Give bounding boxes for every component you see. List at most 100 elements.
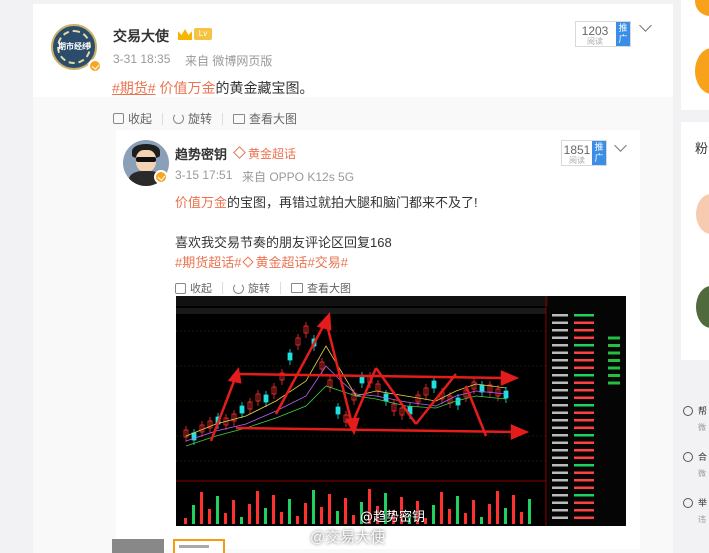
panel-value	[574, 449, 594, 452]
panel-label	[552, 374, 568, 377]
volume-bar	[528, 499, 531, 524]
image-icon	[291, 283, 303, 293]
volume-bar	[272, 495, 275, 524]
side-link-sub: 微	[698, 423, 706, 432]
view-large-label: 查看大图	[249, 112, 298, 126]
fan-avatar[interactable]	[696, 194, 709, 234]
collect-button[interactable]: 收起	[113, 110, 152, 127]
trading-chart-image[interactable]: @趋势密钥	[176, 296, 626, 526]
collect-label: 收起	[190, 283, 212, 295]
fan-avatar[interactable]	[696, 286, 709, 328]
panel-value	[574, 359, 594, 362]
diamond-icon	[233, 146, 246, 159]
side-link-label: 帮	[698, 406, 708, 416]
highlight-text[interactable]: 价值万金	[175, 195, 227, 210]
volume-bar	[304, 503, 307, 524]
panel-label	[552, 419, 568, 422]
panel-value	[574, 456, 594, 459]
super-topic[interactable]: 黄金超话	[231, 145, 296, 162]
tag-gold[interactable]: 黄金超话#	[255, 255, 314, 270]
view-large-button[interactable]: 查看大图	[233, 110, 297, 127]
panel-value	[574, 516, 594, 519]
panel-label	[552, 449, 568, 452]
collect-button[interactable]: 收起	[175, 280, 212, 296]
avatar-circle[interactable]	[695, 0, 709, 16]
author-name[interactable]: 交易大使	[113, 26, 169, 46]
right-card-top	[681, 0, 709, 110]
panel-value	[574, 404, 594, 407]
candle-body	[455, 397, 461, 406]
panel-label	[552, 366, 568, 369]
rotate-button[interactable]: 旋转	[173, 110, 212, 127]
panel-label	[552, 471, 568, 474]
crown-icon	[178, 29, 192, 40]
image-thumbnail-selected[interactable]	[173, 539, 225, 553]
image-actions: 收起 旋转 查看大图	[113, 110, 297, 127]
volume-bar	[336, 511, 339, 524]
image-icon	[233, 113, 246, 124]
rotate-button[interactable]: 旋转	[233, 280, 270, 296]
panel-label	[552, 321, 568, 324]
topic-tag[interactable]: #期货#	[112, 80, 156, 96]
image-thumbnail[interactable]	[112, 539, 164, 553]
volume-bar	[504, 508, 507, 524]
side-link-label: 举	[698, 498, 708, 508]
panel-value	[574, 374, 594, 377]
volume-bar	[224, 513, 227, 524]
panel-bar	[608, 381, 620, 385]
panel-value	[574, 471, 594, 474]
volume-bar	[464, 513, 467, 524]
post-text-rest: 的黄金藏宝图。	[215, 80, 314, 96]
volume-bar	[208, 509, 211, 524]
heart-icon	[683, 452, 693, 462]
post-source: 来自 微博网页版	[185, 54, 273, 68]
volume-bar	[328, 494, 331, 524]
panel-bar	[608, 344, 620, 347]
panel-value	[574, 419, 594, 422]
collapse-icon	[113, 113, 124, 124]
chevron-down-icon[interactable]	[639, 19, 652, 32]
quoted-author-name[interactable]: 趋势密钥	[175, 144, 227, 163]
panel-value	[574, 486, 594, 489]
volume-bar	[344, 498, 347, 524]
rotate-icon	[173, 113, 185, 124]
collapse-icon	[175, 282, 186, 294]
avatar-text: 期市经纬	[58, 42, 90, 51]
volume-bar	[352, 515, 355, 524]
outer-watermark: @交易大使	[310, 529, 386, 546]
side-link-sub: 违	[698, 515, 706, 524]
highlight-text[interactable]: 价值万金	[159, 80, 215, 96]
view-large-button[interactable]: 查看大图	[291, 280, 351, 296]
chevron-down-icon[interactable]	[614, 139, 627, 152]
post-text: #期货# 价值万金的黄金藏宝图。	[112, 78, 313, 98]
volume-bar	[440, 492, 443, 524]
panel-label	[552, 314, 568, 317]
fans-label: 粉	[695, 141, 709, 156]
panel-value	[574, 464, 594, 467]
panel-label	[552, 404, 568, 407]
quoted-source: 来自 OPPO K12s 5G	[242, 170, 355, 184]
promo-button[interactable]: 推广	[592, 141, 606, 165]
panel-value	[574, 314, 594, 317]
volume-bars	[184, 489, 531, 524]
view-large-label: 查看大图	[307, 283, 351, 295]
read-label: 阅读	[569, 156, 585, 165]
quoted-image-actions: 收起 旋转 查看大图	[175, 280, 351, 296]
panel-value	[574, 479, 594, 482]
volume-bar	[320, 507, 323, 524]
volume-bar	[216, 496, 219, 524]
tag-futures[interactable]: #期货超话#	[175, 255, 241, 270]
promo-button[interactable]: 推广	[616, 22, 630, 46]
panel-value	[574, 381, 594, 384]
tag-trade[interactable]: 交易#	[315, 255, 348, 270]
collect-label: 收起	[128, 112, 153, 126]
panel-label	[552, 464, 568, 467]
panel-label	[552, 479, 568, 482]
avatar-circle[interactable]	[695, 48, 709, 94]
panel-bar	[608, 374, 620, 377]
quoted-weibo: 趋势密钥 黄金超话 3-15 17:51 来自 OPPO K12s 5G 185…	[116, 130, 640, 549]
panel-value	[574, 329, 594, 332]
quoted-time[interactable]: 3-15 17:51	[175, 168, 232, 182]
post-time[interactable]: 3-31 18:35	[113, 52, 170, 66]
panel-value	[574, 366, 594, 369]
